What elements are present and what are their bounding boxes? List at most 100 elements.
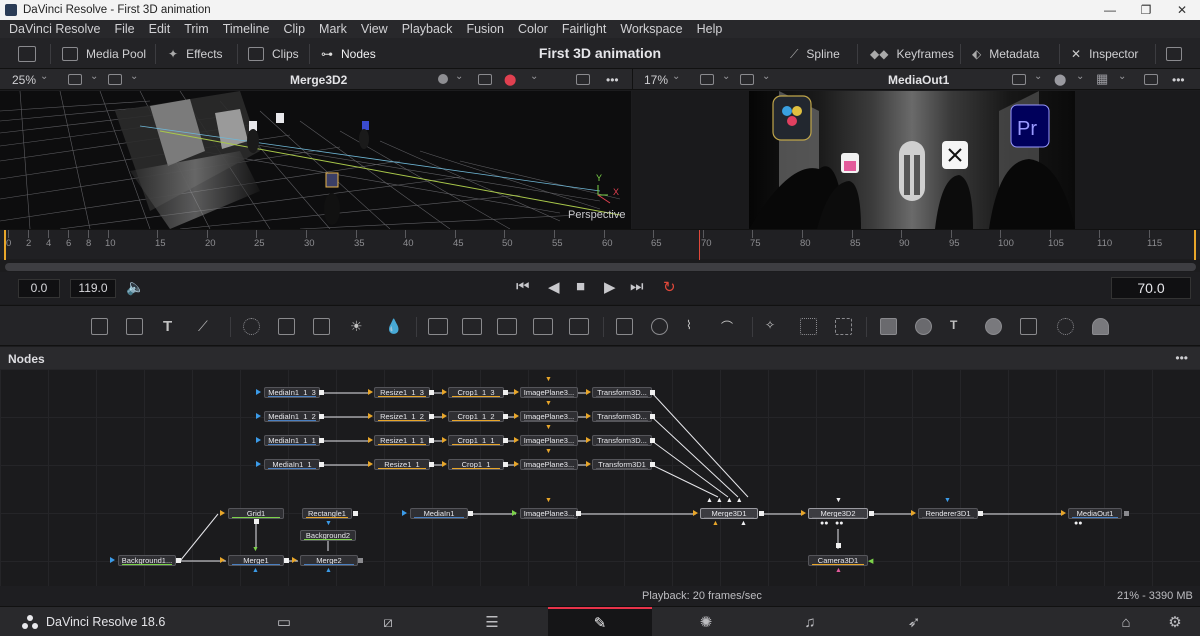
resize-node[interactable]: Resize1_1 <box>374 459 430 470</box>
text-3d-icon[interactable]: T <box>950 318 967 335</box>
home-button[interactable]: ⌂ <box>1096 607 1156 636</box>
merge-node[interactable]: Merge2 <box>300 555 358 566</box>
chevron-down-icon[interactable]: ⌄ <box>530 71 538 82</box>
input-pin[interactable] <box>256 389 261 395</box>
menu-trim[interactable]: Trim <box>184 22 209 36</box>
background-node[interactable]: Background2 <box>300 530 356 541</box>
current-frame-field[interactable]: 70.0 <box>1111 277 1191 299</box>
input-pin[interactable] <box>442 389 447 395</box>
output-pin[interactable] <box>650 414 655 419</box>
view-layout-icon[interactable] <box>740 74 754 85</box>
input-pin[interactable]: ▲ <box>252 567 259 574</box>
input-pin[interactable] <box>911 510 916 516</box>
right-viewer-output[interactable]: Pr <box>632 91 1200 229</box>
crop-node[interactable]: Crop1_1_1 <box>448 435 504 446</box>
view-layout-icon[interactable] <box>108 74 122 85</box>
output-pin[interactable] <box>836 543 841 548</box>
input-pin[interactable] <box>110 557 115 563</box>
keyframes-button[interactable]: ◆◆ Keyframes <box>870 43 954 65</box>
menu-fusion[interactable]: Fusion <box>466 22 504 36</box>
transform3d-node[interactable]: Transform3D... <box>592 387 652 398</box>
output-pin[interactable] <box>978 511 983 516</box>
right-zoom-select[interactable]: 17% <box>644 73 668 87</box>
nodes-panel-more[interactable]: ••• <box>1175 351 1188 365</box>
timeline-scroll-bar[interactable] <box>5 263 1196 271</box>
input-pin[interactable]: ▼ <box>944 497 951 504</box>
tab-deliver[interactable]: ➶ <box>862 607 966 636</box>
output-pin[interactable] <box>176 558 181 563</box>
chevron-down-icon[interactable]: ⌄ <box>1118 71 1126 82</box>
menu-mark[interactable]: Mark <box>319 22 347 36</box>
tab-color[interactable]: ✺ <box>654 607 758 636</box>
input-pin[interactable] <box>586 389 591 395</box>
merge-tool-icon[interactable] <box>497 318 517 335</box>
input-pin[interactable] <box>801 510 806 516</box>
output-pin[interactable] <box>503 390 508 395</box>
menu-clip[interactable]: Clip <box>284 22 306 36</box>
resize-node[interactable]: Resize1_1_2 <box>374 411 430 422</box>
input-pin[interactable] <box>368 437 373 443</box>
input-pin[interactable] <box>586 437 591 443</box>
chevron-down-icon[interactable]: ⌄ <box>1076 71 1084 82</box>
input-pin[interactable] <box>256 461 261 467</box>
output-pin[interactable] <box>254 519 259 524</box>
color-picker-icon[interactable]: ⬤ <box>1054 73 1066 86</box>
input-pin[interactable]: ▼ <box>325 520 332 527</box>
minimize-button[interactable]: — <box>1092 0 1128 20</box>
output-pin[interactable] <box>429 390 434 395</box>
global-end-field[interactable]: 119.0 <box>70 279 116 298</box>
left-viewer-3d[interactable]: Y X Perspective <box>0 91 631 229</box>
tab-edit[interactable]: ☰ <box>440 607 544 636</box>
input-pin[interactable] <box>368 413 373 419</box>
metadata-button[interactable]: ⬖ Metadata <box>972 43 1039 65</box>
playhead[interactable] <box>699 230 700 260</box>
fullscreen-button[interactable] <box>1166 43 1190 65</box>
menu-view[interactable]: View <box>361 22 388 36</box>
brightness-tool-icon[interactable] <box>313 318 330 335</box>
input-pin[interactable] <box>693 510 698 516</box>
camera-3d-icon[interactable] <box>1092 318 1109 335</box>
crop-node[interactable]: Crop1_1 <box>448 459 504 470</box>
ellipse-mask-icon[interactable] <box>651 318 668 335</box>
color-correct-tool-icon[interactable]: ☀ <box>350 318 367 335</box>
play-reverse-button[interactable]: ◀ <box>548 278 560 296</box>
text-tool-icon[interactable]: T <box>163 318 180 335</box>
saver-tool-icon[interactable] <box>462 318 482 335</box>
checker-icon[interactable] <box>1012 74 1026 85</box>
input-pin[interactable]: ▼ <box>545 424 552 431</box>
go-to-end-button[interactable]: ⏭ <box>630 278 644 295</box>
crop-node[interactable]: Crop1_1_2 <box>448 411 504 422</box>
output-pin[interactable] <box>650 438 655 443</box>
view-options-icon[interactable] <box>700 74 714 85</box>
particle-render-icon[interactable] <box>800 318 817 335</box>
media-in-node[interactable]: MediaIn1 <box>410 508 468 519</box>
output-pin[interactable] <box>503 414 508 419</box>
input-pin[interactable] <box>292 557 297 563</box>
node-editor[interactable]: MediaIn1_1_3 Resize1_1_3 Crop1_1_3 Image… <box>0 369 1200 586</box>
chevron-down-icon[interactable]: ⌄ <box>762 71 770 82</box>
chevron-down-icon[interactable]: ⌄ <box>672 71 680 82</box>
menu-file[interactable]: File <box>114 22 134 36</box>
output-pin[interactable] <box>429 438 434 443</box>
output-pin[interactable] <box>319 462 324 467</box>
input-pin[interactable]: ▼ <box>545 376 552 383</box>
polygon-mask-icon[interactable]: ⌇ <box>686 318 703 335</box>
input-pin[interactable] <box>514 389 519 395</box>
grid-icon[interactable]: ▦ <box>1096 71 1108 87</box>
output-pin[interactable] <box>429 462 434 467</box>
input-pin[interactable] <box>514 413 519 419</box>
right-viewer-more[interactable]: ••• <box>1172 73 1185 87</box>
menu-timeline[interactable]: Timeline <box>223 22 270 36</box>
transform-3d-icon[interactable] <box>1020 318 1037 335</box>
particles-tool-icon[interactable] <box>243 318 260 335</box>
input-pin[interactable]: ▲ <box>740 520 747 527</box>
media-in-node[interactable]: MediaIn1_1 <box>264 459 320 470</box>
imageplane-node[interactable]: ImagePlane3... <box>520 435 578 446</box>
single-view-icon[interactable] <box>576 74 590 85</box>
resize-node[interactable]: Resize1_1_3 <box>374 387 430 398</box>
speaker-icon[interactable]: 🔈 <box>126 278 145 296</box>
background-node[interactable]: Background1... <box>118 555 176 566</box>
render-start-marker[interactable] <box>4 230 6 260</box>
background-tool-icon[interactable] <box>91 318 108 335</box>
output-pin[interactable] <box>503 462 508 467</box>
